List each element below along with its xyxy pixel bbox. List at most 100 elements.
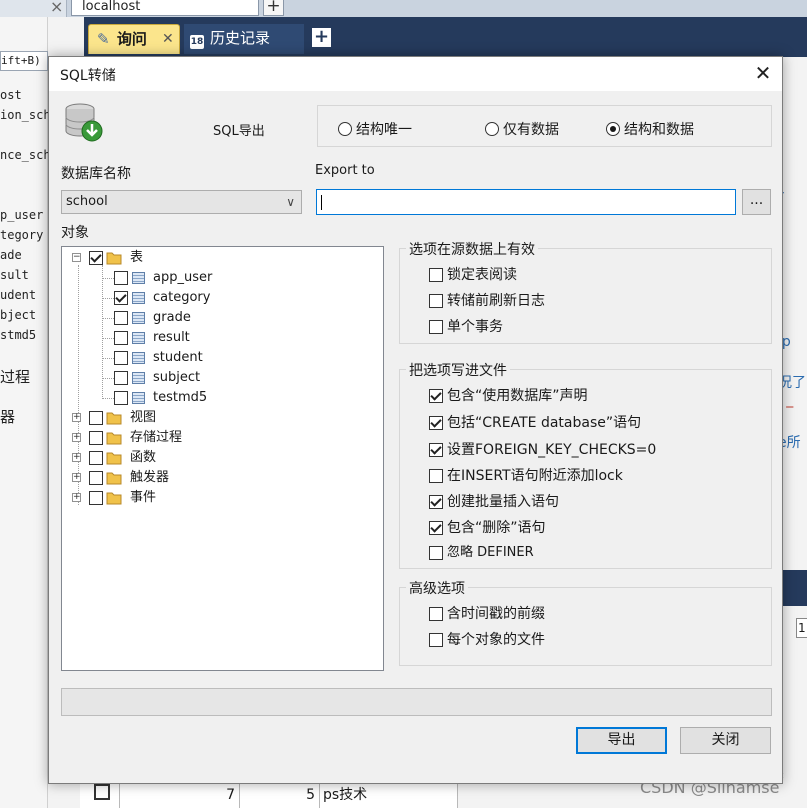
tree-node-table[interactable]: result <box>114 329 314 347</box>
checkbox-table[interactable] <box>114 371 128 385</box>
checkbox[interactable] <box>429 443 443 457</box>
tree-node-events[interactable]: + 事件 <box>72 489 272 507</box>
tree-node-functions[interactable]: + 函数 <box>72 449 272 467</box>
close-icon[interactable]: × <box>50 0 63 16</box>
checkbox-group[interactable] <box>89 431 103 445</box>
sidebar-item[interactable]: nce_sch <box>0 148 48 162</box>
radio-structure-only[interactable]: 结构唯一 <box>338 119 412 139</box>
checkbox-table[interactable] <box>114 271 128 285</box>
sidebar-item[interactable]: stmd5 <box>0 328 48 342</box>
checkbox[interactable] <box>429 320 443 334</box>
radio-data-only[interactable]: 仅有数据 <box>485 119 559 139</box>
grid-cell[interactable]: ps技术 <box>320 784 458 808</box>
option-label: 忽略 DEFINER <box>447 545 534 560</box>
folder-icon <box>106 492 122 505</box>
tab-history[interactable]: 18 历史记录 <box>184 24 304 54</box>
checkbox-table[interactable] <box>114 291 128 305</box>
checkbox[interactable] <box>429 294 443 308</box>
tree-node-table[interactable]: student <box>114 349 314 367</box>
checkbox-group[interactable] <box>89 451 103 465</box>
close-icon[interactable]: ✕ <box>752 61 774 85</box>
export-to-label: Export to <box>315 163 375 178</box>
checkbox[interactable] <box>429 268 443 282</box>
checkbox[interactable] <box>429 389 443 403</box>
sidebar-item[interactable]: 器 <box>0 406 48 427</box>
tree-node-tables[interactable]: − 表 <box>72 249 212 267</box>
checkbox-group[interactable] <box>89 491 103 505</box>
row-checkbox[interactable] <box>94 784 110 800</box>
tree-node-table[interactable]: subject <box>114 369 314 387</box>
checkbox[interactable] <box>429 416 443 430</box>
tree-line <box>102 278 114 279</box>
grid-cell[interactable]: 5 <box>240 784 320 808</box>
sidebar-item[interactable]: ion_sch <box>0 108 48 122</box>
expand-icon[interactable]: + <box>72 433 81 442</box>
checkbox-group[interactable] <box>89 471 103 485</box>
checkbox-tables[interactable] <box>89 251 103 265</box>
table-icon <box>132 332 145 344</box>
page-input[interactable]: 1 <box>796 618 807 638</box>
tree-line <box>102 318 114 319</box>
expand-icon[interactable]: + <box>72 493 81 502</box>
checkbox[interactable] <box>429 521 443 535</box>
tree-node-label: 函数 <box>130 450 157 465</box>
option-label: 锁定表阅读 <box>447 267 517 283</box>
tab-query[interactable]: ✎ 询问 ✕ <box>88 24 180 54</box>
export-button[interactable]: 导出 <box>576 727 667 754</box>
radio-structure-and-data[interactable]: 结构和数据 <box>606 119 694 139</box>
expand-icon[interactable]: + <box>72 413 81 422</box>
sidebar-item[interactable]: 过程 <box>0 366 48 387</box>
tree-node-table[interactable]: category <box>114 289 314 307</box>
checkbox[interactable] <box>429 495 443 509</box>
checkbox-table[interactable] <box>114 391 128 405</box>
database-select[interactable]: school ∨ <box>61 190 302 214</box>
new-tab-button[interactable]: + <box>263 0 284 16</box>
checkbox-table[interactable] <box>114 351 128 365</box>
checkbox[interactable] <box>429 469 443 483</box>
tree-node-label: result <box>153 330 190 345</box>
folder-icon <box>106 412 122 425</box>
option-label: 在INSERT语句附近添加lock <box>447 468 623 484</box>
tree-node-table[interactable]: grade <box>114 309 314 327</box>
table-icon <box>132 292 145 304</box>
export-path-input[interactable] <box>316 189 736 215</box>
sidebar-item[interactable]: ade <box>0 248 48 262</box>
sidebar-item[interactable]: ost <box>0 88 48 102</box>
browser-tab[interactable]: × <box>0 0 67 17</box>
group-title: 选项在源数据上有效 <box>406 239 538 259</box>
sidebar-item[interactable]: bject <box>0 308 48 322</box>
checkbox[interactable] <box>429 546 443 560</box>
option-label: 创建批量插入语句 <box>447 494 559 510</box>
browse-button[interactable]: ... <box>742 189 771 215</box>
sidebar-item[interactable]: tegory <box>0 228 48 242</box>
checkbox[interactable] <box>429 633 443 647</box>
expand-icon[interactable]: + <box>72 473 81 482</box>
expand-icon[interactable]: + <box>72 453 81 462</box>
checkbox-table[interactable] <box>114 331 128 345</box>
text-caret <box>321 195 322 210</box>
sidebar-item[interactable]: sult <box>0 268 48 282</box>
tree-node-procedures[interactable]: + 存储过程 <box>72 429 272 447</box>
sidebar-item[interactable]: udent <box>0 288 48 302</box>
tree-node-views[interactable]: + 视图 <box>72 409 272 427</box>
dialog-titlebar[interactable]: SQL转储 ✕ <box>49 57 782 91</box>
checkbox-table[interactable] <box>114 311 128 325</box>
shortcut-hint: ift+B) <box>0 51 48 71</box>
close-icon[interactable]: ✕ <box>162 25 174 53</box>
checkbox-group[interactable] <box>89 411 103 425</box>
tree-node-label: 存储过程 <box>130 430 183 445</box>
group-title: 高级选项 <box>406 578 468 598</box>
browser-url-tab[interactable]: localhost <box>71 0 259 16</box>
sidebar-item[interactable]: p_user <box>0 208 48 222</box>
checkbox[interactable] <box>429 607 443 621</box>
close-button[interactable]: 关闭 <box>680 727 771 754</box>
collapse-icon[interactable]: − <box>72 253 81 262</box>
tree-node-label: testmd5 <box>153 390 208 405</box>
add-tab-button[interactable]: + <box>312 28 331 47</box>
tree-node-table[interactable]: testmd5 <box>114 389 314 407</box>
grid-cell[interactable]: 7 <box>120 784 240 808</box>
export-mode-group: 结构唯一 仅有数据 结构和数据 <box>317 105 772 147</box>
tree-node-triggers[interactable]: + 触发器 <box>72 469 272 487</box>
tree-node-table[interactable]: app_user <box>114 269 314 287</box>
group-title: 把选项写进文件 <box>406 360 510 380</box>
